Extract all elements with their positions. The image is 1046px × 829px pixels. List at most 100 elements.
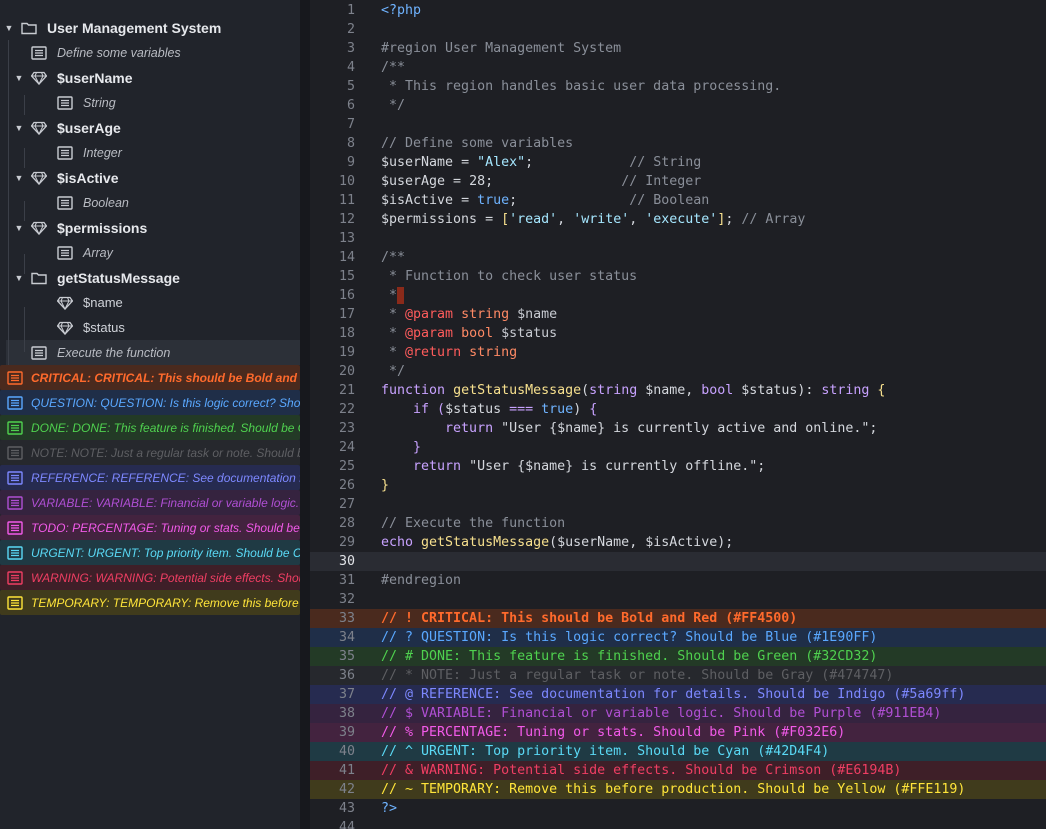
- code-line[interactable]: 21 function getStatusMessage(string $name…: [310, 381, 1046, 400]
- outline-item[interactable]: ▼ getStatusMessage: [0, 265, 300, 290]
- outline-item[interactable]: Integer: [0, 140, 300, 165]
- code-token: $status: [501, 326, 558, 341]
- code-line[interactable]: 31 #endregion: [310, 571, 1046, 590]
- outline-item[interactable]: ▼ $permissions: [0, 215, 300, 240]
- code-line[interactable]: 16 *: [310, 286, 1046, 305]
- outline-item-label: $permissions: [57, 219, 148, 236]
- code-line[interactable]: 8 // Define some variables: [310, 134, 1046, 153]
- code-line[interactable]: 15 * Function to check user status: [310, 267, 1046, 286]
- code-line[interactable]: 10 $userAge = 28; // Integer: [310, 172, 1046, 191]
- line-number: 26: [338, 478, 355, 493]
- code-token: * This region handles basic user data pr…: [381, 79, 782, 94]
- code-editor[interactable]: 1 <?php 2 3 #region User Management System 4/…: [310, 0, 1046, 829]
- outline-tag-item[interactable]: WARNING: WARNING: Potential side effects…: [0, 565, 300, 590]
- outline-tag-item[interactable]: NOTE: NOTE: Just a regular task or note.…: [0, 440, 300, 465]
- outline-tag-label: DONE: DONE: This feature is finished. Sh…: [31, 420, 300, 435]
- outline-item[interactable]: ▼ $userName: [0, 65, 300, 90]
- code-line[interactable]: 9 $userName = "Alex"; // String: [310, 153, 1046, 172]
- chevron-down-icon[interactable]: ▼: [4, 23, 14, 33]
- chevron-down-icon[interactable]: ▼: [14, 223, 24, 233]
- code-token: =: [445, 174, 470, 189]
- code-line[interactable]: 36 // * NOTE: Just a regular task or note…: [310, 666, 1046, 685]
- code-token: {: [589, 402, 598, 417]
- outline-tag-item[interactable]: QUESTION: QUESTION: Is this logic correc…: [0, 390, 300, 415]
- code-line[interactable]: 25 return "User {$name} is currently off…: [310, 457, 1046, 476]
- chevron-down-icon[interactable]: ▼: [14, 73, 24, 83]
- outline-item[interactable]: Execute the function: [6, 340, 300, 365]
- code-token: */: [381, 364, 406, 379]
- code-token: =: [477, 212, 502, 227]
- code-token: // ^ URGENT: Top priority item. Should b…: [381, 744, 830, 759]
- code-line[interactable]: 17 * @param string $name: [310, 305, 1046, 324]
- code-line[interactable]: 14 /**: [310, 248, 1046, 267]
- comment-icon: [56, 245, 74, 260]
- code-line[interactable]: 27: [310, 495, 1046, 514]
- code-line[interactable]: 5 * This region handles basic user data …: [310, 77, 1046, 96]
- code-line[interactable]: 40 // ^ URGENT: Top priority item. Should…: [310, 742, 1046, 761]
- code-line[interactable]: 43 ?>: [310, 799, 1046, 818]
- outline-tag-item[interactable]: TODO: PERCENTAGE: Tuning or stats. Shoul…: [0, 515, 300, 540]
- outline-tag-item[interactable]: TEMPORARY: TEMPORARY: Remove this before…: [0, 590, 300, 615]
- comment-icon: [6, 395, 24, 410]
- code-line[interactable]: 44: [310, 818, 1046, 829]
- outline-item[interactable]: String: [0, 90, 300, 115]
- outline-tag-label: WARNING: WARNING: Potential side effects…: [31, 570, 300, 585]
- code-line[interactable]: 18 * @param bool $status: [310, 324, 1046, 343]
- code-line[interactable]: 7: [310, 115, 1046, 134]
- outline-item[interactable]: Define some variables: [0, 40, 300, 65]
- outline-item[interactable]: $status: [0, 315, 300, 340]
- code-line[interactable]: 42 // ~ TEMPORARY: Remove this before pro…: [310, 780, 1046, 799]
- code-token: true: [477, 193, 510, 208]
- code-line[interactable]: 11 $isActive = true; // Boolean: [310, 191, 1046, 210]
- code-token: $status):: [733, 383, 822, 398]
- code-line[interactable]: 4 /**: [310, 58, 1046, 77]
- code-line[interactable]: 34 // ? QUESTION: Is this logic correct? …: [310, 628, 1046, 647]
- outline-item[interactable]: ▼ $isActive: [0, 165, 300, 190]
- indent-guide: [8, 40, 9, 370]
- line-number: 25: [338, 459, 355, 474]
- code-line[interactable]: 30: [310, 552, 1046, 571]
- code-token: @return: [405, 345, 462, 360]
- chevron-down-icon[interactable]: ▼: [14, 173, 24, 183]
- code-line[interactable]: 6 */: [310, 96, 1046, 115]
- outline-tag-item[interactable]: URGENT: URGENT: Top priority item. Shoul…: [0, 540, 300, 565]
- outline-tag-item[interactable]: CRITICAL: CRITICAL: This should be Bold …: [0, 365, 300, 390]
- code-line[interactable]: 26}: [310, 476, 1046, 495]
- outline-item[interactable]: ▼ $userAge: [0, 115, 300, 140]
- code-line[interactable]: 29 echo getStatusMessage($userName, $isAc…: [310, 533, 1046, 552]
- code-token: 'read': [509, 212, 558, 227]
- line-number: 28: [338, 516, 355, 531]
- outline-tag-item[interactable]: VARIABLE: VARIABLE: Financial or variabl…: [0, 490, 300, 515]
- chevron-down-icon[interactable]: ▼: [14, 273, 24, 283]
- code-line[interactable]: 3 #region User Management System: [310, 39, 1046, 58]
- code-line[interactable]: 37 // @ REFERENCE: See documentation for …: [310, 685, 1046, 704]
- outline-tag-item[interactable]: REFERENCE: REFERENCE: See documentation …: [0, 465, 300, 490]
- outline-item[interactable]: $name: [0, 290, 300, 315]
- code-line[interactable]: 32: [310, 590, 1046, 609]
- code-token: $permissions: [381, 212, 478, 227]
- code-line[interactable]: 12 $permissions = ['read', 'write', 'exec…: [310, 210, 1046, 229]
- code-line[interactable]: 1 <?php: [310, 1, 1046, 20]
- outline-item[interactable]: ▼ User Management System: [0, 15, 300, 40]
- code-token: *: [381, 307, 406, 322]
- code-line[interactable]: 22 if ($status === true) {: [310, 400, 1046, 419]
- outline-item[interactable]: Array: [0, 240, 300, 265]
- code-line[interactable]: 38 // $ VARIABLE: Financial or variable l…: [310, 704, 1046, 723]
- code-line[interactable]: 19 * @return string: [310, 343, 1046, 362]
- code-line[interactable]: 28 // Execute the function: [310, 514, 1046, 533]
- panel-divider[interactable]: [300, 0, 310, 829]
- code-line[interactable]: 13: [310, 229, 1046, 248]
- outline-item[interactable]: Boolean: [0, 190, 300, 215]
- code-line[interactable]: 41 // & WARNING: Potential side effects. …: [310, 761, 1046, 780]
- chevron-down-icon[interactable]: ▼: [14, 123, 24, 133]
- outline-tag-item[interactable]: DONE: DONE: This feature is finished. Sh…: [0, 415, 300, 440]
- code-line[interactable]: 39 // % PERCENTAGE: Tuning or stats. Shou…: [310, 723, 1046, 742]
- code-line[interactable]: 35 // # DONE: This feature is finished. S…: [310, 647, 1046, 666]
- code-line[interactable]: 23 return "User {$name} is currently act…: [310, 419, 1046, 438]
- code-line[interactable]: 33 // ! CRITICAL: This should be Bold and…: [310, 609, 1046, 628]
- code-line[interactable]: 2: [310, 20, 1046, 39]
- code-line[interactable]: 24 }: [310, 438, 1046, 457]
- code-line[interactable]: 20 */: [310, 362, 1046, 381]
- line-number: 15: [338, 269, 355, 284]
